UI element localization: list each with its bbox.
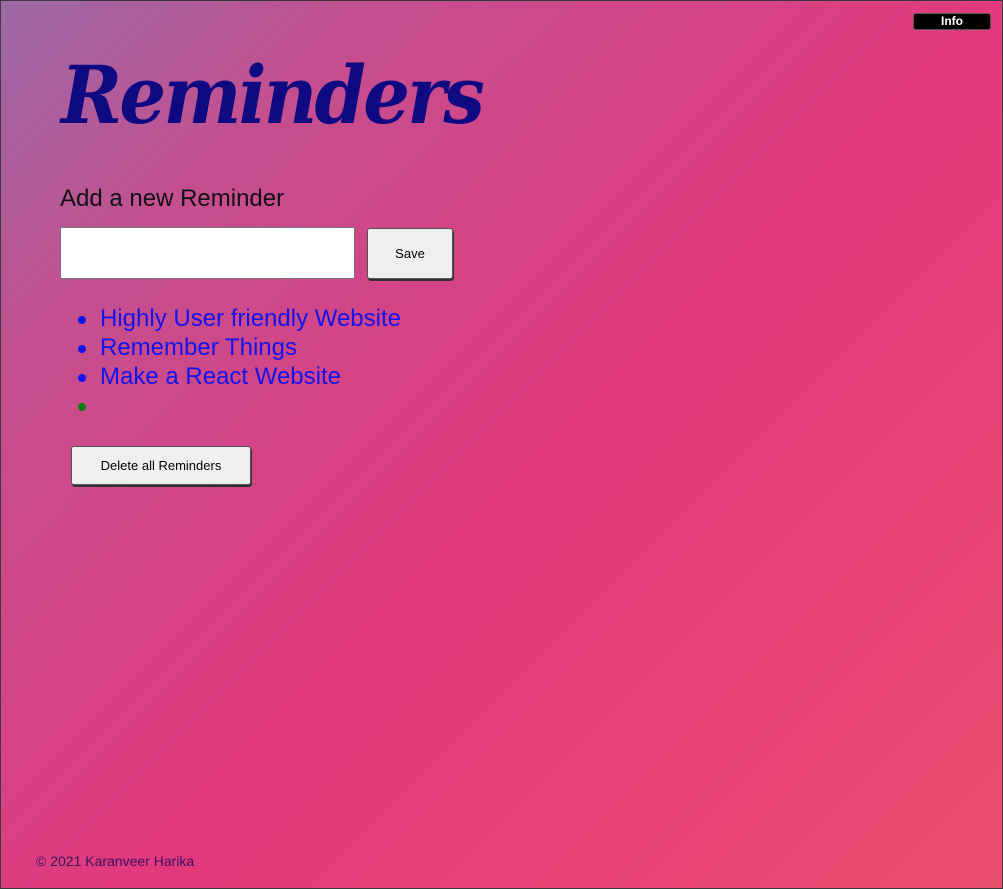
reminder-item[interactable]: Highly User friendly Website xyxy=(78,304,401,333)
info-button[interactable]: Info xyxy=(913,13,991,30)
delete-all-button[interactable]: Delete all Reminders xyxy=(71,446,251,485)
reminder-list: Highly User friendly Website Remember Th… xyxy=(78,304,401,420)
reminder-item[interactable]: Make a React Website xyxy=(78,362,401,391)
reminder-item-empty[interactable] xyxy=(78,391,401,420)
reminder-input[interactable] xyxy=(60,227,355,279)
page-title: Reminders xyxy=(61,48,485,142)
add-reminder-label: Add a new Reminder xyxy=(60,185,285,212)
save-button[interactable]: Save xyxy=(367,228,453,279)
footer-copyright: © 2021 Karanveer Harika xyxy=(36,853,195,869)
reminder-item[interactable]: Remember Things xyxy=(78,333,401,362)
